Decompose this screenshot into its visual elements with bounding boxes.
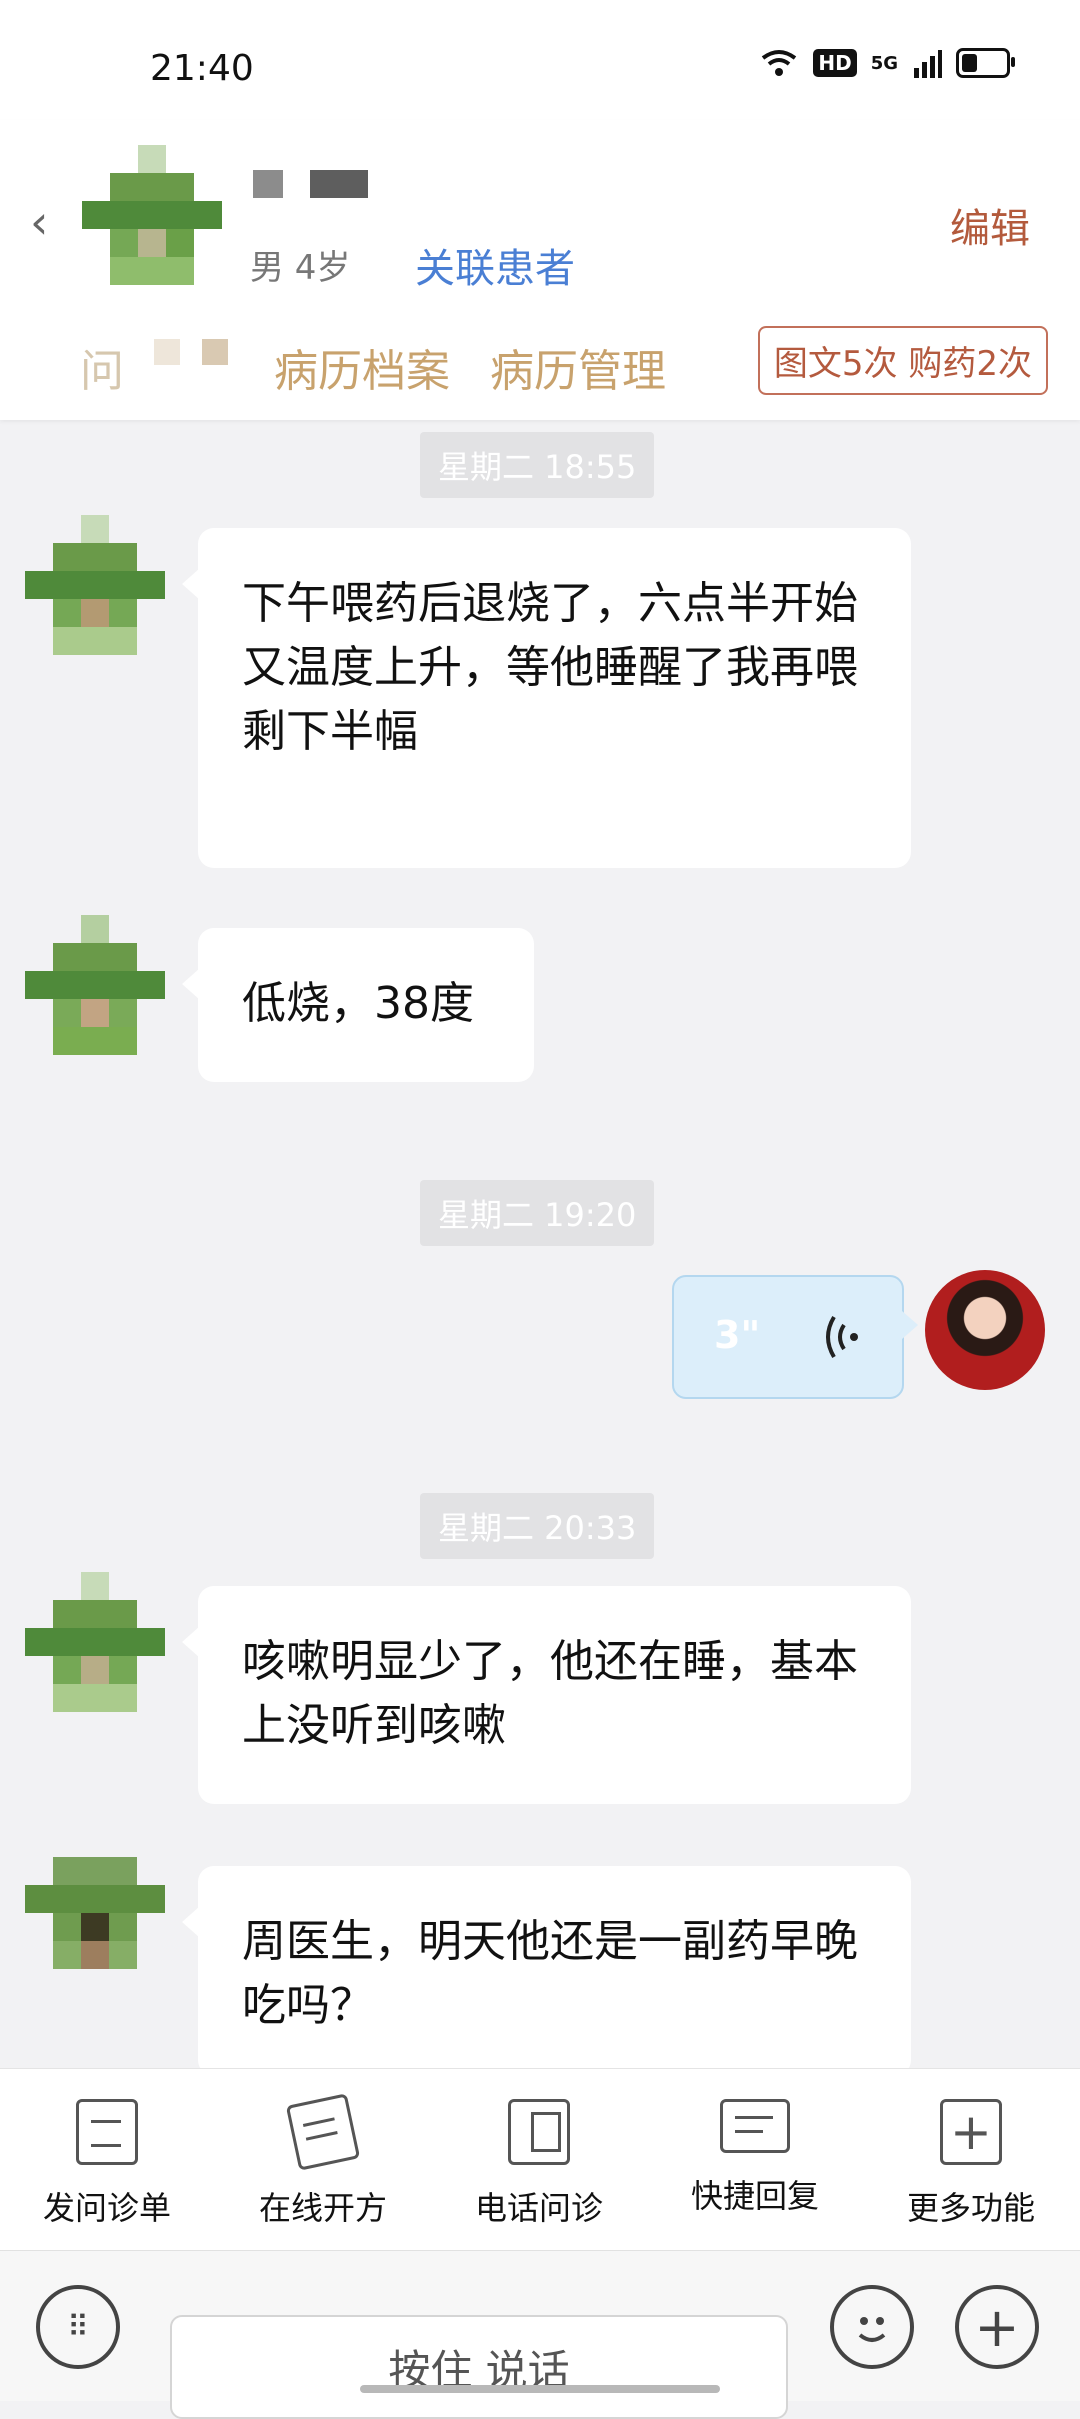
phone-icon <box>508 2099 570 2165</box>
timestamp: 星期二 19:20 <box>420 1180 655 1246</box>
link-patient-button[interactable]: 关联患者 <box>415 236 575 294</box>
signal-5g-icon: 5G <box>870 52 898 74</box>
patient-avatar[interactable] <box>82 145 222 285</box>
message-bubble[interactable]: 下午喂药后退烧了，六点半开始又温度上升，等他睡醒了我再喂剩下半幅 <box>182 528 911 868</box>
patient-chat-avatar[interactable] <box>25 515 165 655</box>
message-bubble[interactable]: 低烧，38度 <box>182 928 534 1082</box>
tab-blurred <box>144 335 234 385</box>
patient-chat-avatar[interactable] <box>25 915 165 1055</box>
voice-message[interactable]: 3" <box>672 1275 918 1399</box>
status-icons: HD 5G <box>759 48 1015 78</box>
keyboard-icon[interactable]: ⠿ <box>36 2285 120 2369</box>
timestamp: 星期二 18:55 <box>420 432 655 498</box>
voice-duration: 3" <box>714 1313 761 1357</box>
tab-record-management[interactable]: 病历管理 <box>490 335 666 399</box>
online-prescription-button[interactable]: 在线开方 <box>248 2093 398 2229</box>
patient-chat-avatar[interactable] <box>25 1857 165 1997</box>
message-bubble[interactable]: 咳嗽明显少了，他还在睡，基本上没听到咳嗽 <box>182 1586 911 1804</box>
signal-bars-icon <box>914 50 942 78</box>
patient-chat-avatar[interactable] <box>25 1572 165 1712</box>
more-functions-button[interactable]: + 更多功能 <box>896 2099 1046 2229</box>
patient-name-blur <box>253 170 283 198</box>
tab-medical-record[interactable]: 病历档案 <box>274 335 450 399</box>
service-count-badge[interactable]: 图文5次 购药2次 <box>757 326 1048 395</box>
header-tabs: 问 病历档案 病历管理 <box>80 335 666 399</box>
add-icon[interactable]: + <box>955 2285 1039 2369</box>
timestamp: 星期二 20:33 <box>420 1493 655 1559</box>
questionnaire-icon <box>76 2099 138 2165</box>
prescription-icon <box>285 2093 361 2171</box>
battery-icon <box>956 48 1015 78</box>
chat-reply-icon <box>720 2099 790 2153</box>
phone-consult-button[interactable]: 电话问诊 <box>464 2099 614 2229</box>
plus-square-icon: + <box>940 2099 1002 2165</box>
back-arrow-icon[interactable]: ‹ <box>30 195 48 249</box>
doctor-avatar[interactable] <box>925 1270 1045 1390</box>
status-time: 21:40 <box>150 48 254 89</box>
function-toolbar: 发问诊单 在线开方 电话问诊 快捷回复 + 更多功能 <box>0 2068 1080 2251</box>
message-bubble[interactable]: 周医生，明天他还是一副药早晚吃吗？ <box>182 1866 911 2076</box>
hold-to-talk-button[interactable]: 按住 说话 <box>170 2315 788 2419</box>
hd-icon: HD <box>813 49 857 77</box>
voice-wave-icon <box>826 1315 858 1359</box>
wifi-icon <box>762 50 797 76</box>
emoji-icon[interactable] <box>830 2285 914 2369</box>
patient-gender-age: 男 4岁 <box>250 248 351 288</box>
patient-name-blur <box>310 170 368 198</box>
tab-inquiry[interactable]: 问 <box>80 335 124 399</box>
quick-reply-button[interactable]: 快捷回复 <box>680 2099 830 2217</box>
send-questionnaire-button[interactable]: 发问诊单 <box>32 2099 182 2229</box>
home-indicator <box>360 2385 720 2393</box>
edit-button[interactable]: 编辑 <box>950 196 1030 254</box>
